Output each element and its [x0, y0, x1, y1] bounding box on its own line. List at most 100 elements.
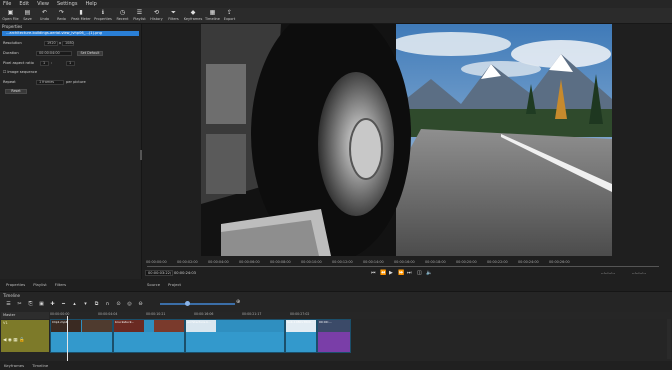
split-icon[interactable]: ⧉ [91, 301, 102, 307]
in-point-time: --:--:--:-- [601, 271, 616, 275]
volume-icon[interactable]: 🔈 [426, 270, 432, 276]
panel-splitter-handle[interactable] [140, 150, 142, 160]
timeline-clip[interactable]: Clip1.mp4 [50, 319, 113, 353]
export-button[interactable]: ⇪ Export [221, 8, 238, 24]
zoom-slider-handle[interactable] [185, 301, 190, 306]
snap-icon[interactable]: ∩ [102, 301, 113, 307]
mute-icon[interactable]: ◀ [3, 338, 6, 343]
ruler-tick: 00:00:04:00 [208, 260, 229, 264]
tab-project[interactable]: Project [164, 281, 185, 289]
timeline-ruler[interactable]: 00:00:00:00 00:00:04:04 00:00:10:21 00:0… [50, 312, 670, 319]
timeline-button[interactable]: ▦ Timeline [204, 8, 221, 24]
timeline-ruler-tick: 00:00:04:04 [98, 312, 118, 316]
file-name-bar: ...architecture-buildings-aerial-view_lv… [2, 31, 139, 36]
history-button[interactable]: ⟲ History [148, 8, 165, 24]
timeline-panel: Timeline ☰ ✂ ⎘ ▣ ✚ ━ ▴ ▾ ⧉ ∩ ⊙ ◎ ⊖ ⊕ Mas… [0, 291, 672, 361]
toggle-zoom-icon[interactable]: ◫ [417, 270, 422, 276]
filters-button[interactable]: ⏷ Filters [165, 8, 182, 24]
duration-field[interactable]: 00:00:04:00 [36, 51, 72, 56]
tab-source[interactable]: Source [143, 281, 164, 289]
clip-body [51, 332, 112, 352]
v1-track-header[interactable]: V1 ◀ ◉ ▦ 🔒 [1, 320, 49, 352]
zoom-slider[interactable] [160, 303, 235, 305]
master-track-header[interactable]: Master [1, 312, 49, 319]
timeline-clip[interactable]: Sub-1080x3800... [285, 319, 317, 353]
timeline-clip[interactable]: 00:00:... [317, 319, 351, 353]
copy-icon[interactable]: ⎘ [25, 301, 36, 307]
playlist-button[interactable]: ☰ Playlist [131, 8, 148, 24]
lock-icon[interactable]: 🔒 [19, 338, 25, 343]
timeline-clip[interactable]: architecture-b... [185, 319, 285, 353]
ruler-tick: 00:00:20:00 [456, 260, 477, 264]
menu-view[interactable]: View [37, 1, 49, 7]
track-headers: Master V1 ◀ ◉ ▦ 🔒 [0, 312, 50, 352]
clip-body [114, 332, 184, 352]
resolution-label: Resolution [3, 41, 22, 45]
zoom-in-icon[interactable]: ⊕ [236, 299, 240, 305]
tab-playlist[interactable]: Playlist [29, 281, 51, 289]
menu-file[interactable]: File [3, 1, 11, 7]
clip-body [286, 332, 316, 352]
skip-end-icon[interactable]: ⏭ [407, 270, 412, 276]
skip-start-icon[interactable]: ⏮ [371, 270, 376, 276]
viewer-timeline-ruler[interactable]: 00:00:00:00 00:00:02:00 00:00:04:00 00:0… [143, 260, 663, 269]
menu-help[interactable]: Help [85, 1, 96, 7]
export-label: Export [223, 17, 236, 21]
clip-label: Sub-1080x3800... [287, 320, 314, 324]
properties-icon: ℹ [101, 9, 105, 16]
overwrite-icon[interactable]: ▾ [80, 301, 91, 307]
tab-keyframes[interactable]: Keyframes [0, 361, 28, 370]
timeline-icon: ▦ [209, 9, 216, 16]
timeline-clip[interactable]: bruckstuck... [113, 319, 185, 353]
cut-icon[interactable]: ✂ [14, 301, 25, 307]
recent-button[interactable]: ◷ Recent [114, 8, 131, 24]
properties-button[interactable]: ℹ Properties [92, 8, 114, 24]
composite-icon[interactable]: ▦ [13, 338, 17, 343]
menu-icon[interactable]: ☰ [3, 301, 14, 307]
repeat-field[interactable]: 1 frames [36, 80, 64, 85]
current-timecode[interactable]: 00:00:03:22 [145, 270, 173, 276]
ruler-tick: 00:00:06:00 [239, 260, 260, 264]
image-sequence-checkbox[interactable]: ☐ Image sequence [3, 69, 37, 75]
add-icon[interactable]: ✚ [47, 301, 58, 307]
ripple-icon[interactable]: ◎ [124, 301, 135, 307]
set-default-button[interactable]: Set Default [77, 51, 103, 56]
timeline-vertical-scrollbar[interactable] [667, 319, 671, 359]
redo-button[interactable]: ↷ Redo [53, 8, 70, 24]
ruler-line [147, 266, 659, 267]
history-label: History [150, 17, 163, 21]
play-icon[interactable]: ▶ [389, 270, 393, 276]
tab-properties[interactable]: Properties [2, 281, 29, 289]
paste-icon[interactable]: ▣ [36, 301, 47, 307]
playlist-label: Playlist [133, 17, 146, 21]
track-controls: ◀ ◉ ▦ 🔒 [3, 338, 25, 343]
save-button[interactable]: ▤ Save [19, 8, 36, 24]
reset-button[interactable]: Reset [5, 89, 27, 94]
open-file-button[interactable]: ▣ Open File [2, 8, 19, 24]
undo-button[interactable]: ↶ Undo [36, 8, 53, 24]
timeline-label: Timeline [205, 17, 220, 21]
resolution-width-field[interactable]: 1920 [44, 41, 58, 46]
lift-icon[interactable]: ▴ [69, 301, 80, 307]
scrub-icon[interactable]: ⊙ [113, 301, 124, 307]
par-numerator-field[interactable]: 1 [40, 61, 49, 66]
total-duration: 00:00:24:03 [174, 271, 196, 275]
keyframes-button[interactable]: ◆ Keyframes [182, 8, 204, 24]
history-icon: ⟲ [153, 9, 160, 16]
properties-panel: Properties ...architecture-buildings-aer… [0, 24, 142, 279]
tab-filters[interactable]: Filters [51, 281, 70, 289]
tab-timeline[interactable]: Timeline [28, 361, 52, 370]
menu-edit[interactable]: Edit [19, 1, 29, 7]
zoom-out-icon[interactable]: ⊖ [135, 301, 146, 307]
rewind-icon[interactable]: ⏪ [380, 270, 386, 276]
resolution-height-field[interactable]: 1080 [62, 41, 74, 46]
peak-meter-button[interactable]: ▮ Peak Meter [70, 8, 92, 24]
menu-settings[interactable]: Settings [57, 1, 78, 7]
par-denominator-field[interactable]: 1 [66, 61, 75, 66]
fast-forward-icon[interactable]: ⏩ [398, 270, 404, 276]
remove-icon[interactable]: ━ [58, 301, 69, 307]
ruler-tick: 00:00:02:00 [177, 260, 198, 264]
ruler-tick: 00:00:00:00 [146, 260, 167, 264]
hide-icon[interactable]: ◉ [8, 338, 12, 343]
video-viewer[interactable] [201, 24, 612, 256]
